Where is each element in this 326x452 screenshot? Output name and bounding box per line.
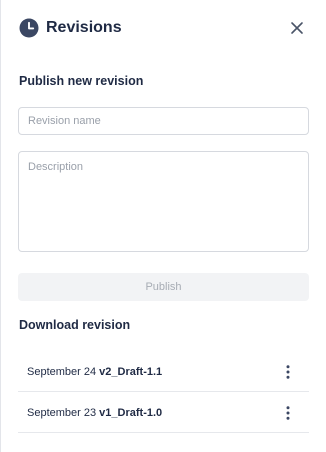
revision-label: September 24 v2_Draft-1.1 — [27, 352, 162, 392]
revision-date: September 24 — [27, 366, 97, 378]
revision-date: September 23 — [27, 407, 97, 419]
revision-name: v1_Draft-1.0 — [99, 407, 163, 419]
more-vertical-icon[interactable] — [280, 364, 296, 380]
revision-row[interactable]: September 23 v1_Draft-1.0 — [18, 393, 309, 433]
publish-button[interactable]: Publish — [18, 273, 309, 301]
revision-row[interactable]: September 24 v2_Draft-1.1 — [18, 352, 309, 392]
download-section-title: Download revision — [19, 318, 131, 332]
revision-label: September 23 v1_Draft-1.0 — [27, 393, 162, 433]
panel-header: Revisions — [1, 0, 326, 58]
description-input[interactable] — [18, 151, 309, 252]
revision-name-input[interactable] — [18, 107, 309, 135]
clock-icon — [19, 18, 39, 38]
revision-name: v2_Draft-1.1 — [99, 366, 163, 378]
close-icon[interactable] — [289, 20, 305, 36]
panel-title: Revisions — [46, 19, 122, 36]
revisions-panel: Revisions Publish new revision Publish D… — [0, 0, 326, 452]
publish-section-title: Publish new revision — [19, 74, 144, 88]
more-vertical-icon[interactable] — [280, 405, 296, 421]
